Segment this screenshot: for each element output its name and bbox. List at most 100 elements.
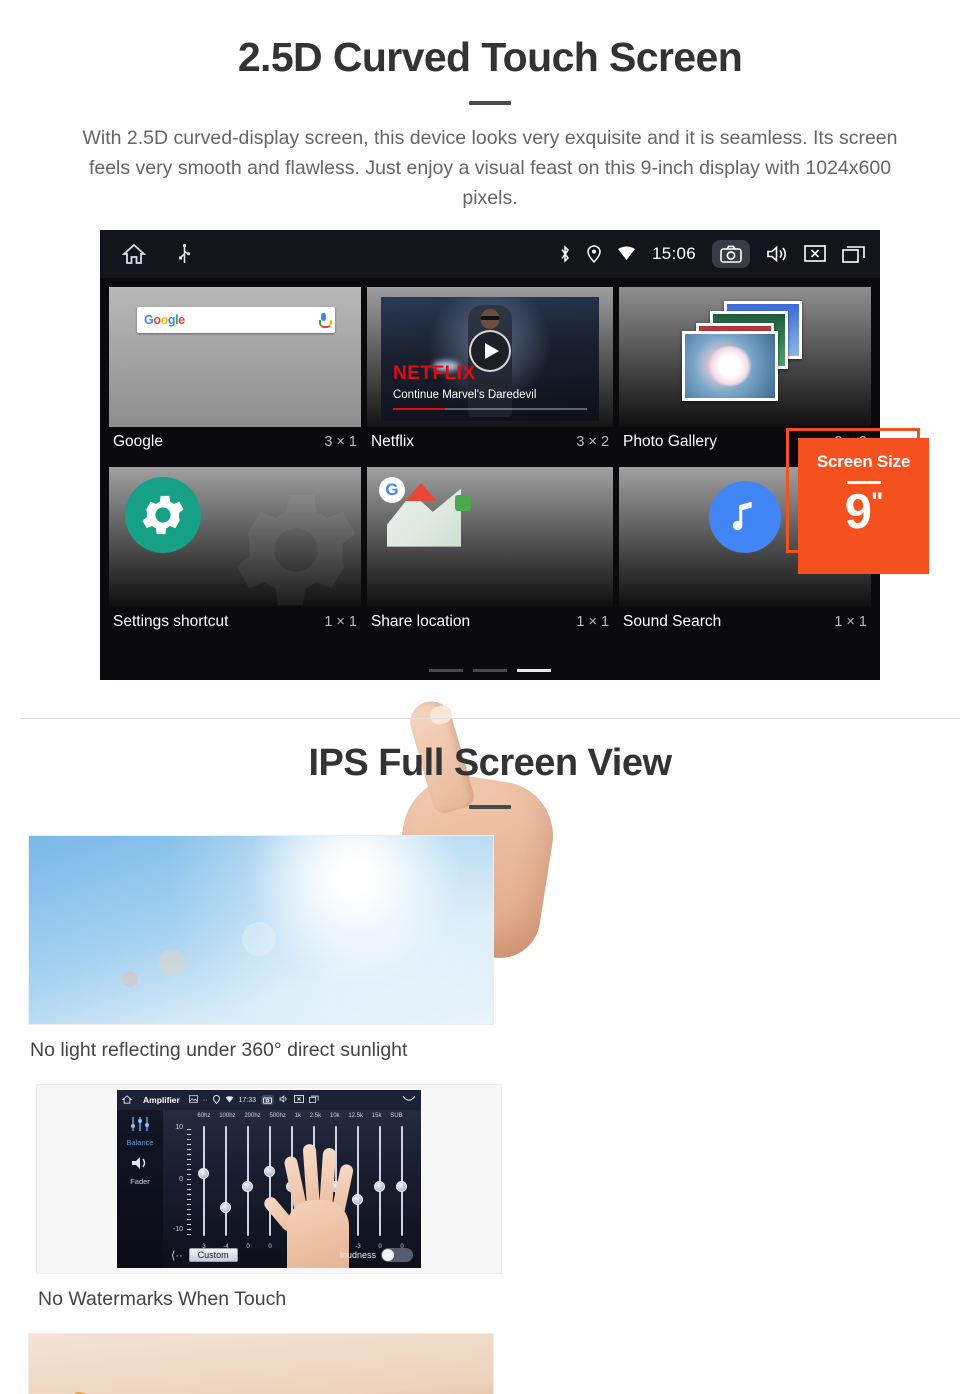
- map-green-block: [454, 494, 471, 511]
- netflix-widget[interactable]: NETFLIX Continue Marvel's Daredevil: [366, 286, 614, 427]
- maps-share-location-icon[interactable]: G: [378, 476, 475, 557]
- settings-gear-icon[interactable]: [125, 476, 201, 553]
- feature-card: Super Fast Response: [28, 1333, 496, 1394]
- balance-icon[interactable]: [129, 1117, 151, 1136]
- eq-freq-label: 15k: [371, 1113, 382, 1119]
- sidebar-item-fader[interactable]: Fader: [117, 1177, 163, 1186]
- eq-freq-label: SUB: [390, 1113, 403, 1119]
- bluetooth-icon[interactable]: [559, 244, 571, 263]
- eq-slider[interactable]: 0: [395, 1126, 409, 1250]
- camera-icon[interactable]: [712, 239, 750, 268]
- widget-size: 3 × 1: [324, 433, 357, 450]
- back-icon[interactable]: [402, 1095, 416, 1106]
- widget-item-netflix[interactable]: NETFLIX Continue Marvel's Daredevil Netf…: [364, 284, 616, 464]
- close-icon[interactable]: [294, 1095, 305, 1105]
- section-divider: [20, 718, 960, 719]
- widget-item-share-location[interactable]: G Share location 1 × 1: [364, 464, 616, 644]
- figure-glasses: [480, 315, 500, 320]
- amplifier-status-bar: Amplifier ·· 17:33: [117, 1090, 421, 1110]
- loudness-label: loudness: [339, 1250, 376, 1260]
- widget-item-google[interactable]: Google Google 3 × 1: [106, 284, 364, 464]
- photo-gallery-widget[interactable]: [619, 286, 871, 427]
- lens-flare: [158, 948, 185, 975]
- usb-icon[interactable]: [178, 243, 191, 264]
- feature-card: Amplifier ·· 17:33 Balance Fader 60hz 10…: [36, 1084, 504, 1333]
- volume-icon[interactable]: [766, 245, 788, 263]
- microphone-icon[interactable]: [319, 313, 332, 329]
- amplifier-body: Balance Fader 60hz 100hz 200hz 500hz 1k …: [117, 1110, 421, 1268]
- google-search-widget[interactable]: Google: [109, 286, 361, 427]
- android-status-bar: 15:06: [100, 229, 880, 278]
- eq-slider[interactable]: 0: [373, 1126, 387, 1250]
- volume-icon[interactable]: [279, 1095, 289, 1105]
- eq-freq-label: 12.5k: [348, 1113, 364, 1119]
- eq-slider[interactable]: 3: [197, 1126, 211, 1250]
- sidebar-item-balance[interactable]: Balance: [117, 1138, 163, 1147]
- section2-title: IPS Full Screen View: [308, 742, 672, 784]
- section-paragraph: With 2.5D curved-display screen, this de…: [82, 127, 898, 210]
- location-icon[interactable]: [587, 244, 601, 263]
- axis-label-max: 10: [175, 1124, 183, 1131]
- location-icon[interactable]: [212, 1094, 220, 1106]
- widget-caption: Settings shortcut 1 × 1: [109, 607, 361, 641]
- close-icon[interactable]: [804, 245, 826, 262]
- gallery-icon[interactable]: [188, 1095, 198, 1105]
- wifi-icon[interactable]: [617, 246, 636, 261]
- page-indicator[interactable]: [429, 668, 551, 672]
- back-arrow-icon[interactable]: ⟨··: [171, 1249, 183, 1262]
- netflix-logo: NETFLIX: [392, 362, 476, 384]
- cheetah-tail: [71, 1390, 171, 1394]
- loudness-control[interactable]: loudness: [340, 1248, 413, 1262]
- widget-item-settings-shortcut[interactable]: Settings shortcut 1 × 1: [106, 464, 364, 644]
- eq-freq-label: 1k: [294, 1113, 301, 1119]
- recents-icon[interactable]: [309, 1095, 319, 1105]
- head-unit-screen: 15:06 Google Google 3 × 1 NETFLIX Contin…: [100, 229, 880, 680]
- map-roof: [404, 482, 437, 501]
- status-clock: 17:33: [238, 1096, 257, 1104]
- screen-size-badge: Screen Size 9": [798, 437, 929, 574]
- lens-flare: [242, 922, 277, 957]
- search-input[interactable]: Google: [137, 306, 335, 333]
- page-dot[interactable]: [473, 668, 507, 672]
- share-location-widget[interactable]: G: [366, 466, 614, 607]
- home-icon[interactable]: [121, 1094, 133, 1106]
- eq-freq-label: 200hz: [244, 1113, 261, 1119]
- eq-frequency-labels: 60hz 100hz 200hz 500hz 1k 2.5k 10k 12.5k: [163, 1110, 421, 1119]
- more-icon[interactable]: ··: [203, 1097, 208, 1104]
- page-dot-active[interactable]: [517, 668, 551, 672]
- widget-name: Settings shortcut: [113, 612, 229, 630]
- widget-caption: Share location 1 × 1: [367, 607, 613, 641]
- fader-icon[interactable]: [129, 1155, 151, 1176]
- widget-name: Sound Search: [623, 612, 722, 630]
- feature-card: No light reflecting under 360° direct su…: [28, 835, 496, 1084]
- section2-underline: [469, 805, 511, 809]
- page-title: 2.5D Curved Touch Screen: [237, 34, 743, 80]
- loudness-toggle[interactable]: [381, 1248, 413, 1262]
- gear-icon-watermark: [221, 475, 361, 607]
- finger-nail: [427, 702, 455, 727]
- widget-row-2: Settings shortcut 1 × 1 G Share location…: [106, 464, 874, 644]
- axis-label-min: -10: [172, 1226, 183, 1233]
- wifi-icon[interactable]: [225, 1095, 234, 1105]
- lens-flare: [121, 971, 138, 988]
- music-note-icon[interactable]: [709, 480, 782, 553]
- page-dot[interactable]: [429, 668, 463, 672]
- home-icon[interactable]: [122, 243, 146, 265]
- settings-shortcut-widget[interactable]: [109, 466, 361, 607]
- eq-freq-label: 60hz: [197, 1113, 211, 1119]
- badge-label: Screen Size: [816, 451, 911, 471]
- preset-button[interactable]: Custom: [188, 1248, 238, 1262]
- eq-freq-label: 10k: [329, 1113, 340, 1119]
- widget-caption: Netflix 3 × 2: [367, 427, 613, 461]
- axis-label-mid: 0: [179, 1176, 183, 1183]
- feature-card-label: No Watermarks When Touch: [38, 1288, 287, 1310]
- camera-icon[interactable]: [261, 1095, 275, 1105]
- recents-icon[interactable]: [842, 245, 866, 263]
- widget-name: Share location: [370, 612, 471, 630]
- eq-freq-label: 100hz: [219, 1113, 236, 1119]
- widget-size: 1 × 1: [324, 613, 357, 630]
- eq-slider[interactable]: 0: [241, 1126, 255, 1250]
- amplifier-title: Amplifier: [143, 1095, 180, 1105]
- ips-section: IPS Full Screen View No light reflecting…: [0, 742, 980, 1394]
- eq-slider[interactable]: -4: [219, 1126, 233, 1250]
